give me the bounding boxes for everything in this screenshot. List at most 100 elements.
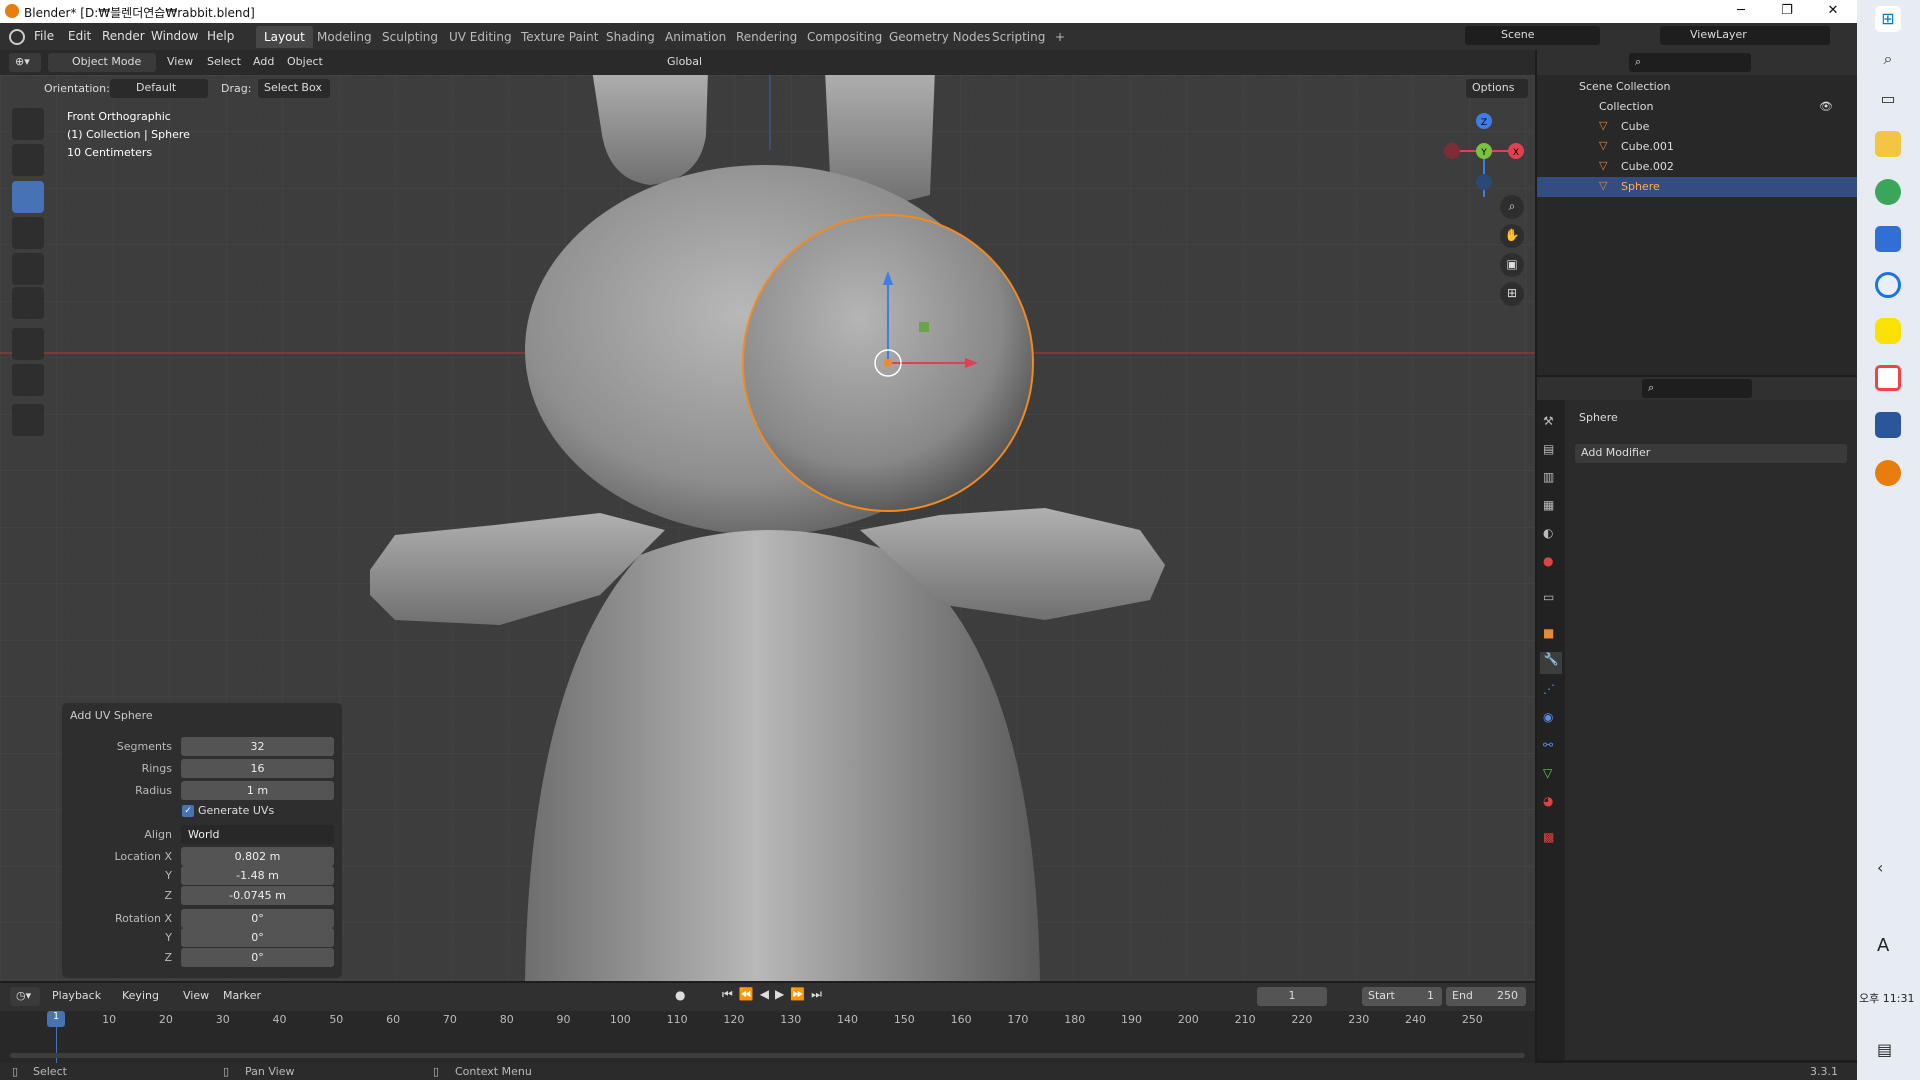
clock[interactable]: 오후 11:31 xyxy=(1859,990,1914,1006)
outliner-item-cube-002[interactable]: ▽ Cube.002 xyxy=(1537,157,1857,177)
scene-tab-icon[interactable]: ◐ xyxy=(1543,526,1553,540)
nav-gizmo-neg-x[interactable] xyxy=(1444,143,1460,159)
playback-menu[interactable]: Playback xyxy=(52,989,101,1002)
close-button[interactable]: ✕ xyxy=(1810,0,1856,23)
tab-texture-paint[interactable]: Texture Paint xyxy=(513,26,606,48)
annotate-tool-icon[interactable] xyxy=(12,328,44,360)
maximize-button[interactable]: ❐ xyxy=(1764,0,1810,23)
data-tab-icon[interactable]: ▽ xyxy=(1543,766,1552,780)
menu-render[interactable]: Render xyxy=(102,29,145,43)
menu-file[interactable]: File xyxy=(34,29,54,43)
add-menu[interactable]: Add xyxy=(253,55,274,68)
tab-shading[interactable]: Shading xyxy=(598,26,663,48)
tab-modeling[interactable]: Modeling xyxy=(309,26,380,48)
output-tab-icon[interactable]: ▥ xyxy=(1543,470,1554,484)
object-tab-icon[interactable]: ■ xyxy=(1543,626,1554,640)
tool-tab-icon[interactable]: ⚒ xyxy=(1543,414,1554,428)
playhead[interactable]: 1 xyxy=(47,1011,65,1027)
scene-collection-row[interactable]: Scene Collection xyxy=(1537,77,1857,97)
rotation-y-field[interactable]: 0° xyxy=(181,928,334,947)
playback-controls[interactable]: ⏮⏪◀▶⏩⏭ xyxy=(722,987,828,1002)
tab-layout[interactable]: Layout xyxy=(256,26,313,48)
outliner-item-cube-001[interactable]: ▽ Cube.001 xyxy=(1537,137,1857,157)
kakaotalk-icon[interactable] xyxy=(1875,318,1901,344)
tab-compositing[interactable]: Compositing xyxy=(799,26,890,48)
mode-selector[interactable]: Object Mode xyxy=(48,53,156,72)
render-tab-icon[interactable]: ▤ xyxy=(1543,442,1554,456)
tab-rendering[interactable]: Rendering xyxy=(728,26,805,48)
panel-title[interactable]: Add UV Sphere xyxy=(70,709,153,722)
editor-type-icon[interactable]: ⊕▾ xyxy=(9,53,41,72)
tab-geometry-nodes[interactable]: Geometry Nodes xyxy=(881,26,998,48)
move-tool-icon[interactable] xyxy=(12,181,44,213)
location-x-field[interactable]: 0.802 m xyxy=(181,847,334,866)
scale-tool-icon[interactable] xyxy=(12,253,44,285)
marker-menu[interactable]: Marker xyxy=(223,989,261,1002)
chevron-left-icon[interactable]: ‹ xyxy=(1877,858,1883,877)
orientation-dropdown[interactable]: Default xyxy=(110,79,208,98)
tab-scripting[interactable]: Scripting xyxy=(984,26,1053,48)
current-frame-field[interactable]: 1 xyxy=(1257,987,1327,1006)
move-gizmo-xz-plane[interactable] xyxy=(919,322,929,332)
object-menu[interactable]: Object xyxy=(287,55,323,68)
collection-tab-icon[interactable]: ▭ xyxy=(1543,590,1554,604)
timeline-view-menu[interactable]: View xyxy=(183,989,209,1002)
measure-tool-icon[interactable] xyxy=(12,364,44,396)
add-cube-tool-icon[interactable] xyxy=(12,404,44,436)
material-tab-icon[interactable]: ◕ xyxy=(1543,794,1553,808)
tab-uv-editing[interactable]: UV Editing xyxy=(441,26,520,48)
view-menu[interactable]: View xyxy=(167,55,193,68)
radius-field[interactable]: 1 m xyxy=(181,781,334,800)
windows-start-icon[interactable]: ⊞ xyxy=(1875,6,1901,32)
generate-uvs-checkbox[interactable]: ✓ xyxy=(182,805,194,817)
cursor-tool-icon[interactable] xyxy=(12,144,44,176)
ime-indicator[interactable]: A xyxy=(1877,935,1889,956)
word-icon[interactable] xyxy=(1875,412,1901,438)
location-y-field[interactable]: -1.48 m xyxy=(181,866,334,885)
modifier-tab-icon[interactable]: 🔧 xyxy=(1540,652,1562,674)
chrome-icon[interactable] xyxy=(1875,179,1901,205)
blender-taskbar-icon[interactable] xyxy=(1875,460,1901,486)
timeline-track[interactable]: 10 20 30 40 50 60 70 80 90 100 110 120 130 140 150 160 1… xyxy=(0,1011,1535,1063)
viewlayer-selector[interactable]: ViewLayer xyxy=(1660,26,1830,45)
file-explorer-icon[interactable] xyxy=(1875,131,1901,157)
search-icon[interactable]: ⌕ xyxy=(1875,46,1901,72)
zoom-icon[interactable]: ⌕ xyxy=(1500,195,1524,219)
drag-dropdown[interactable]: Select Box xyxy=(258,79,330,98)
notification-icon[interactable]: ▤ xyxy=(1877,1040,1892,1059)
view-layer-tab-icon[interactable]: ▦ xyxy=(1543,498,1554,512)
perspective-grid-icon[interactable]: ⊞ xyxy=(1500,282,1524,306)
constraints-tab-icon[interactable]: ⚯ xyxy=(1543,738,1553,752)
menu-help[interactable]: Help xyxy=(207,29,234,43)
outliner-item-sphere[interactable]: ▽ Sphere xyxy=(1537,177,1857,197)
particles-tab-icon[interactable]: ⋰ xyxy=(1543,682,1555,696)
end-frame-field[interactable]: End 250 xyxy=(1446,987,1526,1006)
tab-sculpting[interactable]: Sculpting xyxy=(374,26,446,48)
texture-tab-icon[interactable]: ▩ xyxy=(1543,830,1554,844)
properties-search-input[interactable]: ⌕ xyxy=(1642,379,1752,398)
collection-row[interactable]: Collection 👁 xyxy=(1537,97,1857,117)
rotation-z-field[interactable]: 0° xyxy=(181,948,334,967)
start-frame-field[interactable]: Start 1 xyxy=(1362,987,1442,1006)
tab-animation[interactable]: Animation xyxy=(657,26,734,48)
calculator-icon[interactable] xyxy=(1875,226,1901,252)
options-dropdown[interactable]: Options xyxy=(1466,79,1528,98)
minimize-button[interactable]: ─ xyxy=(1718,0,1764,23)
add-modifier-dropdown[interactable]: Add Modifier xyxy=(1575,444,1847,463)
eye-icon[interactable]: 👁 xyxy=(1819,100,1833,113)
record-icon[interactable]: ● xyxy=(675,988,685,1002)
app-icon-2[interactable] xyxy=(1875,365,1901,391)
add-workspace-button[interactable]: + xyxy=(1047,26,1073,48)
outliner-item-cube[interactable]: ▽ Cube xyxy=(1537,117,1857,137)
timeline-editor-icon[interactable]: ◷▾ xyxy=(10,987,40,1006)
rotation-x-field[interactable]: 0° xyxy=(181,909,334,928)
select-box-tool-icon[interactable] xyxy=(12,108,44,140)
world-tab-icon[interactable]: ● xyxy=(1543,554,1553,568)
location-z-field[interactable]: -0.0745 m xyxy=(181,886,334,905)
rings-field[interactable]: 16 xyxy=(181,759,334,778)
transform-tool-icon[interactable] xyxy=(12,287,44,319)
timeline-scrollbar[interactable] xyxy=(10,1053,1525,1058)
rotate-tool-icon[interactable] xyxy=(12,217,44,249)
app-icon[interactable] xyxy=(1875,272,1901,298)
select-menu[interactable]: Select xyxy=(207,55,241,68)
